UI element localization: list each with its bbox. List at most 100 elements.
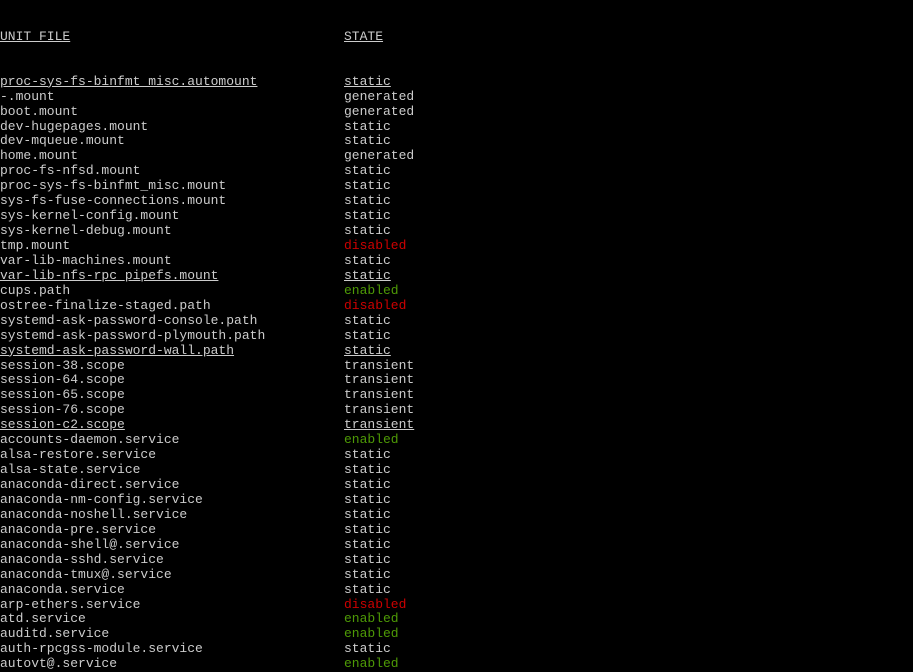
unit-file-name: session-c2.scope xyxy=(0,418,125,432)
unit-state: transient xyxy=(344,372,414,387)
unit-state: enabled xyxy=(344,432,399,447)
unit-state: static xyxy=(344,552,391,567)
unit-state: disabled xyxy=(344,298,406,313)
unit-file-name: auth-rpcgss-module.service xyxy=(0,642,203,656)
unit-state: generated xyxy=(344,104,414,119)
terminal-output[interactable]: UNIT FILE STATE proc-sys-fs-binfmt_misc.… xyxy=(0,0,913,672)
unit-state: enabled xyxy=(344,283,399,298)
unit-state: enabled xyxy=(344,611,399,626)
table-row: session-c2.scope transient xyxy=(0,418,913,433)
unit-file-name: anaconda-direct.service xyxy=(0,478,179,492)
unit-state: generated xyxy=(344,89,414,104)
table-row: anaconda.servicestatic xyxy=(0,583,913,598)
unit-file-name: anaconda-sshd.service xyxy=(0,553,164,567)
table-row: anaconda-pre.service static xyxy=(0,523,913,538)
table-row: anaconda-direct.service static xyxy=(0,478,913,493)
unit-file-name: session-65.scope xyxy=(0,388,125,402)
unit-file-name: ostree-finalize-staged.path xyxy=(0,299,211,313)
unit-state: static xyxy=(344,462,391,477)
unit-state: transient xyxy=(344,358,414,373)
table-row: anaconda-tmux@.service static xyxy=(0,568,913,583)
unit-state: transient xyxy=(344,417,414,432)
unit-file-name: alsa-state.service xyxy=(0,463,140,477)
unit-state: static xyxy=(344,74,391,89)
table-row: dev-mqueue.mount static xyxy=(0,134,913,149)
table-row: anaconda-nm-config.service static xyxy=(0,493,913,508)
unit-file-name: dev-mqueue.mount xyxy=(0,134,125,148)
table-row: alsa-restore.service static xyxy=(0,448,913,463)
unit-file-name: systemd-ask-password-wall.path xyxy=(0,344,234,358)
table-row: autovt@.serviceenabled xyxy=(0,657,913,672)
unit-state: generated xyxy=(344,148,414,163)
unit-file-name: proc-sys-fs-binfmt_misc.mount xyxy=(0,179,226,193)
unit-file-name: proc-fs-nfsd.mount xyxy=(0,164,140,178)
unit-file-name: systemd-ask-password-plymouth.path xyxy=(0,329,265,343)
table-row: arp-ethers.servicedisabled xyxy=(0,598,913,613)
table-row: anaconda-sshd.service static xyxy=(0,553,913,568)
unit-state: static xyxy=(344,119,391,134)
unit-state: enabled xyxy=(344,626,399,641)
table-row: ostree-finalize-staged.path disabled xyxy=(0,299,913,314)
header-state-label: STATE xyxy=(344,29,383,44)
unit-state: transient xyxy=(344,387,414,402)
table-row: systemd-ask-password-wall.pathstatic xyxy=(0,344,913,359)
table-row: -.mount generated xyxy=(0,90,913,105)
unit-state: static xyxy=(344,492,391,507)
unit-state: disabled xyxy=(344,597,406,612)
unit-file-name: anaconda-shell@.service xyxy=(0,538,179,552)
table-row: tmp.mount disabled xyxy=(0,239,913,254)
unit-file-name: var-lib-machines.mount xyxy=(0,254,172,268)
unit-file-name: dev-hugepages.mount xyxy=(0,120,148,134)
unit-state: static xyxy=(344,507,391,522)
table-header: UNIT FILE STATE xyxy=(0,30,913,45)
unit-file-name: alsa-restore.service xyxy=(0,448,156,462)
unit-state: static xyxy=(344,567,391,582)
table-row: proc-sys-fs-binfmt_misc.mount static xyxy=(0,179,913,194)
table-row: var-lib-nfs-rpc_pipefs.mountstatic xyxy=(0,269,913,284)
unit-file-name: sys-kernel-debug.mount xyxy=(0,224,172,238)
unit-file-name: auditd.service xyxy=(0,627,109,641)
unit-file-name: -.mount xyxy=(0,90,55,104)
unit-state: static xyxy=(344,178,391,193)
table-row: auditd.service enabled xyxy=(0,627,913,642)
table-row: alsa-state.service static xyxy=(0,463,913,478)
unit-state: static xyxy=(344,193,391,208)
table-row: systemd-ask-password-console.pathstatic xyxy=(0,314,913,329)
table-row: auth-rpcgss-module.service static xyxy=(0,642,913,657)
unit-state: static xyxy=(344,208,391,223)
unit-file-name: atd.service xyxy=(0,612,86,626)
unit-state: static xyxy=(344,477,391,492)
unit-state: static xyxy=(344,133,391,148)
unit-state: static xyxy=(344,582,391,597)
table-row: cups.pathenabled xyxy=(0,284,913,299)
unit-file-name: anaconda-pre.service xyxy=(0,523,156,537)
unit-file-name: sys-fs-fuse-connections.mount xyxy=(0,194,226,208)
table-row: sys-fs-fuse-connections.mount static xyxy=(0,194,913,209)
unit-list: proc-sys-fs-binfmt_misc.automountstatic-… xyxy=(0,75,913,672)
unit-state: transient xyxy=(344,402,414,417)
unit-file-name: var-lib-nfs-rpc_pipefs.mount xyxy=(0,269,218,283)
header-unit-label: UNIT FILE xyxy=(0,30,70,44)
unit-state: static xyxy=(344,253,391,268)
unit-file-name: proc-sys-fs-binfmt_misc.automount xyxy=(0,75,257,89)
unit-file-name: session-76.scope xyxy=(0,403,125,417)
unit-file-name: accounts-daemon.service xyxy=(0,433,179,447)
table-row: session-76.scope transient xyxy=(0,403,913,418)
unit-state: disabled xyxy=(344,238,406,253)
unit-state: static xyxy=(344,641,391,656)
table-row: sys-kernel-config.mount static xyxy=(0,209,913,224)
unit-state: static xyxy=(344,328,391,343)
table-row: home.mount generated xyxy=(0,149,913,164)
unit-state: static xyxy=(344,447,391,462)
table-row: boot.mountgenerated xyxy=(0,105,913,120)
table-row: var-lib-machines.mount static xyxy=(0,254,913,269)
unit-file-name: sys-kernel-config.mount xyxy=(0,209,179,223)
unit-file-name: anaconda-nm-config.service xyxy=(0,493,203,507)
unit-file-name: anaconda-tmux@.service xyxy=(0,568,172,582)
unit-state: static xyxy=(344,522,391,537)
unit-file-name: home.mount xyxy=(0,149,78,163)
table-row: proc-fs-nfsd.mountstatic xyxy=(0,164,913,179)
unit-file-name: tmp.mount xyxy=(0,239,70,253)
table-row: anaconda-noshell.servicestatic xyxy=(0,508,913,523)
unit-state: static xyxy=(344,313,391,328)
